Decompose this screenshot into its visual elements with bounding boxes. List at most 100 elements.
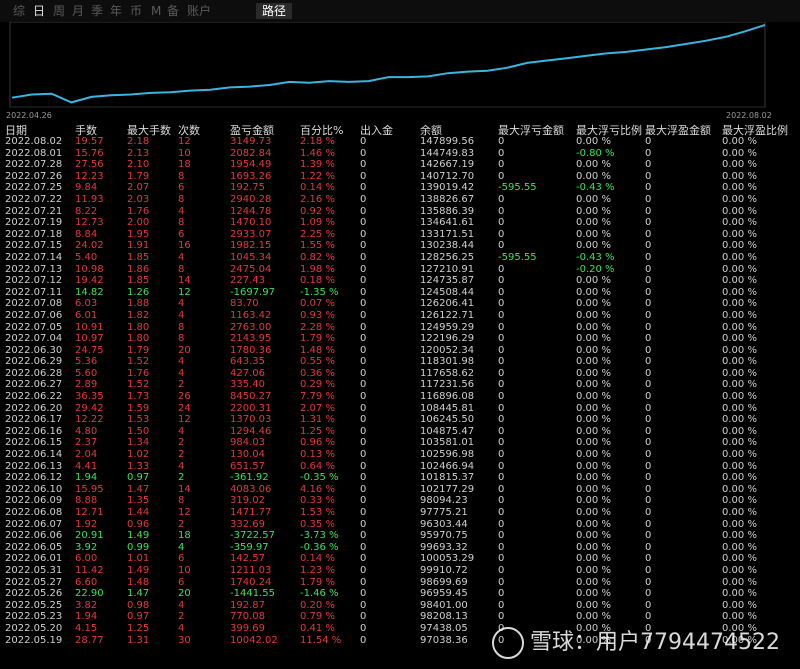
table-cell: 0 xyxy=(645,251,652,263)
tab-0[interactable]: 综 xyxy=(13,4,25,18)
table-cell: 11.42 xyxy=(75,564,104,576)
table-cell: 0 xyxy=(498,217,505,229)
table-cell: 0.93 % xyxy=(300,309,335,321)
table-row[interactable]: 2022.05.23 1.94 0.97 2 770.08 0.79 % 0 98208.13… xyxy=(0,611,800,623)
table-row[interactable]: 2022.07.19 12.73 2.00 8 1470.10 1.09 % 0 134641… xyxy=(0,217,800,229)
tab-6[interactable]: 币 xyxy=(130,4,142,18)
tab-7[interactable]: M xyxy=(151,4,161,18)
table-row[interactable]: 2022.06.27 2.89 1.52 2 335.40 0.29 % 0 117231.5… xyxy=(0,379,800,391)
table-cell: 0 xyxy=(645,240,652,252)
table-row[interactable]: 2022.06.09 8.88 1.35 8 319.02 0.33 % 0 98094.23… xyxy=(0,495,800,507)
table-row[interactable]: 2022.06.16 4.80 1.50 4 1294.46 1.25 % 0 104875.… xyxy=(0,426,800,438)
table-cell: 2022.08.02 xyxy=(5,136,63,147)
table-cell: 0.00 % xyxy=(576,564,611,576)
table-row[interactable]: 2022.07.11 14.82 1.26 12 -1697.97 -1.35 % 0 124… xyxy=(0,287,800,299)
table-row[interactable]: 2022.05.26 22.90 1.47 20 -1441.55 -1.46 % 0 969… xyxy=(0,588,800,600)
table-cell: 4 xyxy=(178,599,185,611)
table-row[interactable]: 2022.06.10 15.95 1.47 14 4083.06 4.16 % 0 10217… xyxy=(0,484,800,496)
table-cell: 0.18 % xyxy=(300,275,335,287)
table-cell: 1.92 xyxy=(75,518,98,530)
table-cell: 4 xyxy=(178,356,185,368)
table-row[interactable]: 2022.05.27 6.60 1.48 6 1740.24 1.79 % 0 98699.6… xyxy=(0,577,800,589)
tab-5[interactable]: 年 xyxy=(110,4,122,18)
tab-1[interactable]: 日 xyxy=(33,4,45,18)
table-row[interactable]: 2022.06.12 1.94 0.97 2 -361.92 -0.35 % 0 101815… xyxy=(0,472,800,484)
table-cell: 7.79 % xyxy=(300,391,335,403)
table-cell: 0 xyxy=(360,530,367,542)
table-cell: 2.18 xyxy=(127,136,150,147)
table-row[interactable]: 2022.07.08 6.03 1.88 4 83.70 0.07 % 0 126206.41… xyxy=(0,298,800,310)
table-cell: 4 xyxy=(178,425,185,437)
table-row[interactable]: 2022.06.08 12.71 1.44 12 1471.77 1.53 % 0 97775… xyxy=(0,507,800,519)
table-cell: 0.00 % xyxy=(576,449,611,461)
watermark-text: 雪球：用户7794474522 xyxy=(530,630,780,655)
table-cell: 0.00 % xyxy=(576,599,611,611)
table-row[interactable]: 2022.06.28 5.60 1.76 4 427.06 0.36 % 0 117658.6… xyxy=(0,368,800,380)
tab-2[interactable]: 周 xyxy=(53,4,65,18)
table-cell: 0.07 % xyxy=(300,298,335,310)
table-row[interactable]: 2022.06.29 5.36 1.52 4 643.35 0.55 % 0 118301.9… xyxy=(0,356,800,368)
table-row[interactable]: 2022.06.15 2.37 1.34 2 984.03 0.96 % 0 103581.0… xyxy=(0,437,800,449)
table-cell: 0.00 % xyxy=(722,344,757,356)
table-row[interactable]: 2022.07.14 5.40 1.85 4 1045.34 0.82 % 0 128256.… xyxy=(0,252,800,264)
table-cell: 8 xyxy=(178,263,185,275)
table-row[interactable]: 2022.07.26 12.23 1.79 8 1693.26 1.22 % 0 140712… xyxy=(0,171,800,183)
table-row[interactable]: 2022.07.15 24.02 1.91 16 1982.15 1.55 % 0 13023… xyxy=(0,240,800,252)
table-cell: 96303.44 xyxy=(420,518,468,530)
table-row[interactable]: 2022.08.01 15.76 2.13 10 2082.84 1.46 % 0 14474… xyxy=(0,148,800,160)
table-row[interactable]: 2022.07.18 8.84 1.95 6 2933.07 2.25 % 0 133171.… xyxy=(0,229,800,241)
tab-9[interactable]: 账户 xyxy=(187,4,211,18)
table-cell: 11.54 % xyxy=(300,634,342,646)
table-cell: 0 xyxy=(645,564,652,576)
table-row[interactable]: 2022.05.25 3.82 0.98 4 192.87 0.20 % 0 98401.00… xyxy=(0,600,800,612)
table-cell: 0.00 % xyxy=(576,136,611,147)
table-row[interactable]: 2022.07.05 10.91 1.80 8 2763.00 2.28 % 0 124959… xyxy=(0,322,800,334)
table-row[interactable]: 2022.06.14 2.04 1.02 2 130.04 0.13 % 0 102596.9… xyxy=(0,449,800,461)
table-cell: 0.00 % xyxy=(576,309,611,321)
table-cell: 1.25 xyxy=(127,622,150,634)
table-cell: 0.92 % xyxy=(300,205,335,217)
table-cell: 0.00 % xyxy=(576,425,611,437)
table-row[interactable]: 2022.06.20 29.42 1.59 24 2200.31 2.07 % 0 10844… xyxy=(0,403,800,415)
table-row[interactable]: 2022.08.02 19.57 2.18 12 3149.73 2.18 % 0 14789… xyxy=(0,136,800,148)
table-cell: 12.23 xyxy=(75,170,104,182)
table-row[interactable]: 2022.07.21 8.22 1.76 4 1244.78 0.92 % 0 135886.… xyxy=(0,206,800,218)
table-cell: 12.73 xyxy=(75,217,104,229)
table-cell: 2022.06.30 xyxy=(5,344,63,356)
table-cell: 0 xyxy=(645,159,652,171)
table-row[interactable]: 2022.07.06 6.01 1.82 4 1163.42 0.93 % 0 126122.… xyxy=(0,310,800,322)
table-cell: 0 xyxy=(360,576,367,588)
table-cell: 0 xyxy=(360,622,367,634)
table-row[interactable]: 2022.06.30 24.75 1.79 20 1780.36 1.48 % 0 12005… xyxy=(0,345,800,357)
table-row[interactable]: 2022.06.13 4.41 1.33 4 651.57 0.64 % 0 102466.9… xyxy=(0,461,800,473)
table-row[interactable]: 2022.07.28 27.56 2.10 18 1954.49 1.39 % 0 14266… xyxy=(0,159,800,171)
table-row[interactable]: 2022.06.07 1.92 0.96 2 332.69 0.35 % 0 96303.44… xyxy=(0,519,800,531)
table-row[interactable]: 2022.07.25 9.84 2.07 6 192.75 0.14 % 0 139019.4… xyxy=(0,182,800,194)
tab-4[interactable]: 季 xyxy=(91,4,103,18)
tab-3[interactable]: 月 xyxy=(72,4,84,18)
table-row[interactable]: 2022.07.22 11.93 2.03 8 2940.28 2.16 % 0 138826… xyxy=(0,194,800,206)
table-cell: 0.14 % xyxy=(300,182,335,194)
table-cell: 0 xyxy=(360,286,367,298)
table-row[interactable]: 2022.05.31 11.42 1.49 10 1211.03 1.23 % 0 99910… xyxy=(0,565,800,577)
table-cell: 0.00 % xyxy=(576,344,611,356)
table-cell: 0 xyxy=(360,611,367,623)
table-cell: 1.31 xyxy=(127,634,150,646)
table-row[interactable]: 2022.06.22 36.35 1.73 26 8450.27 7.79 % 0 11689… xyxy=(0,391,800,403)
table-row[interactable]: 2022.07.13 10.98 1.86 8 2475.04 1.98 % 0 127210… xyxy=(0,264,800,276)
table-row[interactable]: 2022.06.05 3.92 0.99 4 -359.97 -0.36 % 0 99693.… xyxy=(0,542,800,554)
table-row[interactable]: 2022.07.12 19.42 1.85 14 227.43 0.18 % 0 124735… xyxy=(0,275,800,287)
table-cell: 0 xyxy=(498,541,505,553)
table-cell: 1294.46 xyxy=(230,425,272,437)
table-row[interactable]: 2022.06.06 20.91 1.49 18 -3722.57 -3.73 % 0 959… xyxy=(0,530,800,542)
table-row[interactable]: 2022.07.04 10.97 1.80 8 2143.95 1.79 % 0 122196… xyxy=(0,333,800,345)
table-cell: 2022.07.04 xyxy=(5,333,63,345)
tab-route[interactable]: 路径 xyxy=(256,3,293,19)
table-row[interactable]: 2022.06.17 12.22 1.53 12 1370.03 1.31 % 0 10624… xyxy=(0,414,800,426)
table-cell: 1.76 xyxy=(127,367,150,379)
table-cell: 122196.29 xyxy=(420,333,475,345)
table-cell: 427.06 xyxy=(230,367,265,379)
tab-8[interactable]: 备 xyxy=(167,4,179,18)
table-row[interactable]: 2022.06.01 6.00 1.01 6 142.57 0.14 % 0 100053.2… xyxy=(0,553,800,565)
table-cell: -1.46 % xyxy=(300,588,339,600)
